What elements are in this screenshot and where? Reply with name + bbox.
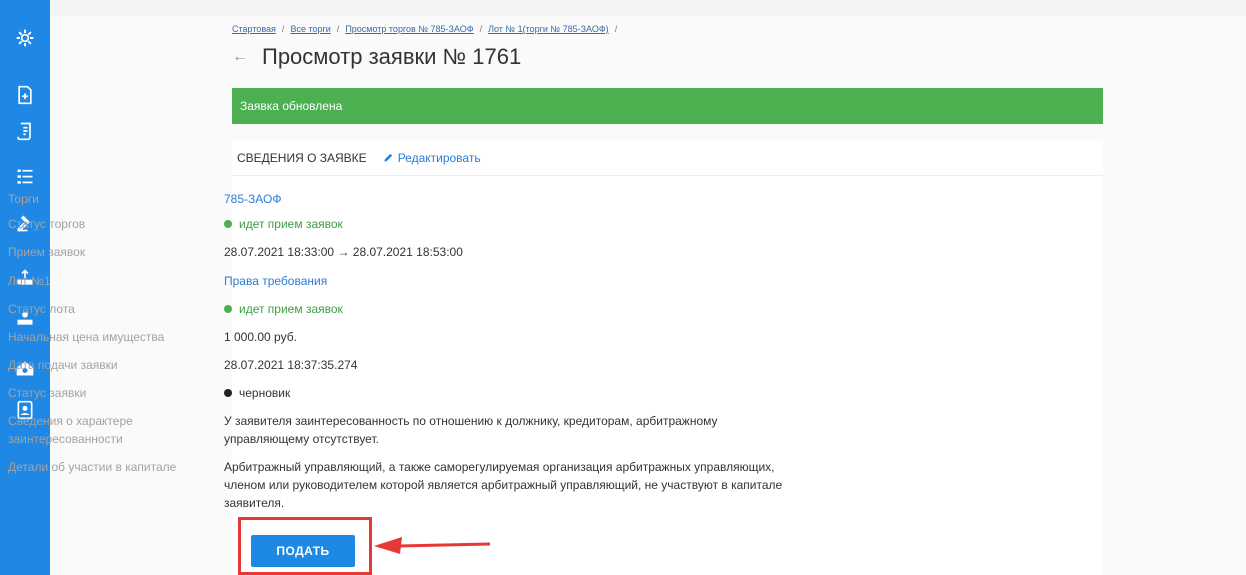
breadcrumb-all-auctions[interactable]: Все торги: [290, 24, 330, 34]
detail-row-capital: Детали об участии в капитале Арбитражный…: [8, 458, 814, 512]
page-title: Просмотр заявки № 1761: [262, 44, 522, 69]
detail-row-start-price: Начальная цена имущества 1 000.00 руб.: [8, 328, 824, 346]
arrow-icon: [374, 537, 491, 554]
breadcrumb-separator: /: [614, 24, 618, 34]
row-value: черновик: [224, 384, 824, 402]
breadcrumb-separator: /: [479, 24, 483, 34]
detail-row-auction: Торги 785-ЗАОФ: [8, 190, 824, 208]
pencil-icon: [384, 153, 392, 162]
breadcrumb-auction[interactable]: Просмотр торгов № 785-ЗАОФ: [345, 24, 473, 34]
row-value: идет прием заявок: [224, 215, 824, 233]
row-label: Статус торгов: [8, 217, 86, 231]
top-strip: [50, 0, 1246, 16]
document-add-icon: [18, 85, 32, 105]
detail-row-lot: Лот №1 Права требования: [8, 272, 824, 290]
success-alert: Заявка обновлена: [232, 88, 1103, 124]
row-value: 28.07.2021 18:37:35.274: [224, 358, 358, 372]
detail-row-interest: Сведения о характере заинтересованности …: [8, 412, 804, 448]
status-dot-icon: [224, 220, 232, 228]
edit-label: Редактировать: [397, 150, 481, 165]
row-value: идет прием заявок: [224, 300, 824, 318]
row-label: Статус лота: [8, 302, 75, 316]
row-label: Торги: [8, 192, 39, 206]
breadcrumb-lot[interactable]: Лот № 1(торги № 785-ЗАОФ): [488, 24, 609, 34]
breadcrumb-home[interactable]: Стартовая: [232, 24, 276, 34]
row-value: 1 000.00 руб.: [224, 330, 297, 344]
submit-button[interactable]: ПОДАТЬ: [251, 535, 355, 567]
row-label: Начальная цена имущества: [8, 330, 165, 344]
row-label: Прием заявок: [8, 245, 86, 259]
row-value: 28.07.2021 18:33:00 → 28.07.2021 18:53:0…: [224, 245, 463, 259]
row-label: Дата подачи заявки: [8, 358, 118, 372]
list-icon: [17, 169, 33, 184]
detail-row-lot-status: Статус лота идет прием заявок: [8, 300, 824, 318]
row-value: Арбитражный управляющий, а также саморег…: [224, 460, 783, 510]
edit-link[interactable]: Редактировать: [383, 151, 481, 165]
scroll-icon: [17, 122, 31, 141]
gear-icon: [16, 29, 34, 47]
row-label: Детали об участии в капитале: [8, 460, 177, 474]
breadcrumb-separator: /: [336, 24, 340, 34]
detail-row-acceptance: Прием заявок 28.07.2021 18:33:00 → 28.07…: [8, 243, 824, 261]
status-dot-icon: [224, 389, 232, 397]
breadcrumb: Стартовая / Все торги / Просмотр торгов …: [232, 24, 617, 34]
lot-status-text: идет прием заявок: [239, 302, 343, 316]
detail-row-submit-date: Дата подачи заявки 28.07.2021 18:37:35.2…: [8, 356, 824, 374]
card-title: СВЕДЕНИЯ О ЗАЯВКЕ: [237, 150, 367, 165]
sidebar-item-documents[interactable]: [0, 77, 50, 113]
auction-status-text: идет прием заявок: [239, 217, 343, 231]
row-label: Сведения о характере заинтересованности: [8, 414, 133, 446]
breadcrumb-separator: /: [281, 24, 285, 34]
sidebar-item-settings[interactable]: [0, 20, 50, 56]
row-label: Статус заявки: [8, 386, 87, 400]
row-label: Лот №1: [8, 274, 51, 288]
lot-link[interactable]: Права требования: [224, 272, 824, 290]
back-arrow-icon[interactable]: ←: [232, 48, 248, 66]
sidebar-item-contracts[interactable]: [0, 113, 50, 149]
title-row: ← Просмотр заявки № 1761: [232, 44, 521, 70]
alert-text: Заявка обновлена: [240, 99, 343, 113]
submit-label: ПОДАТЬ: [276, 544, 330, 558]
application-status-text: черновик: [239, 386, 291, 400]
row-value: У заявителя заинтересованность по отноше…: [224, 414, 718, 446]
card-header: СВЕДЕНИЯ О ЗАЯВКЕ Редактировать: [232, 140, 1103, 176]
status-dot-icon: [224, 305, 232, 313]
auction-link[interactable]: 785-ЗАОФ: [224, 190, 824, 208]
detail-row-application-status: Статус заявки черновик: [8, 384, 824, 402]
detail-row-auction-status: Статус торгов идет прием заявок: [8, 215, 824, 233]
